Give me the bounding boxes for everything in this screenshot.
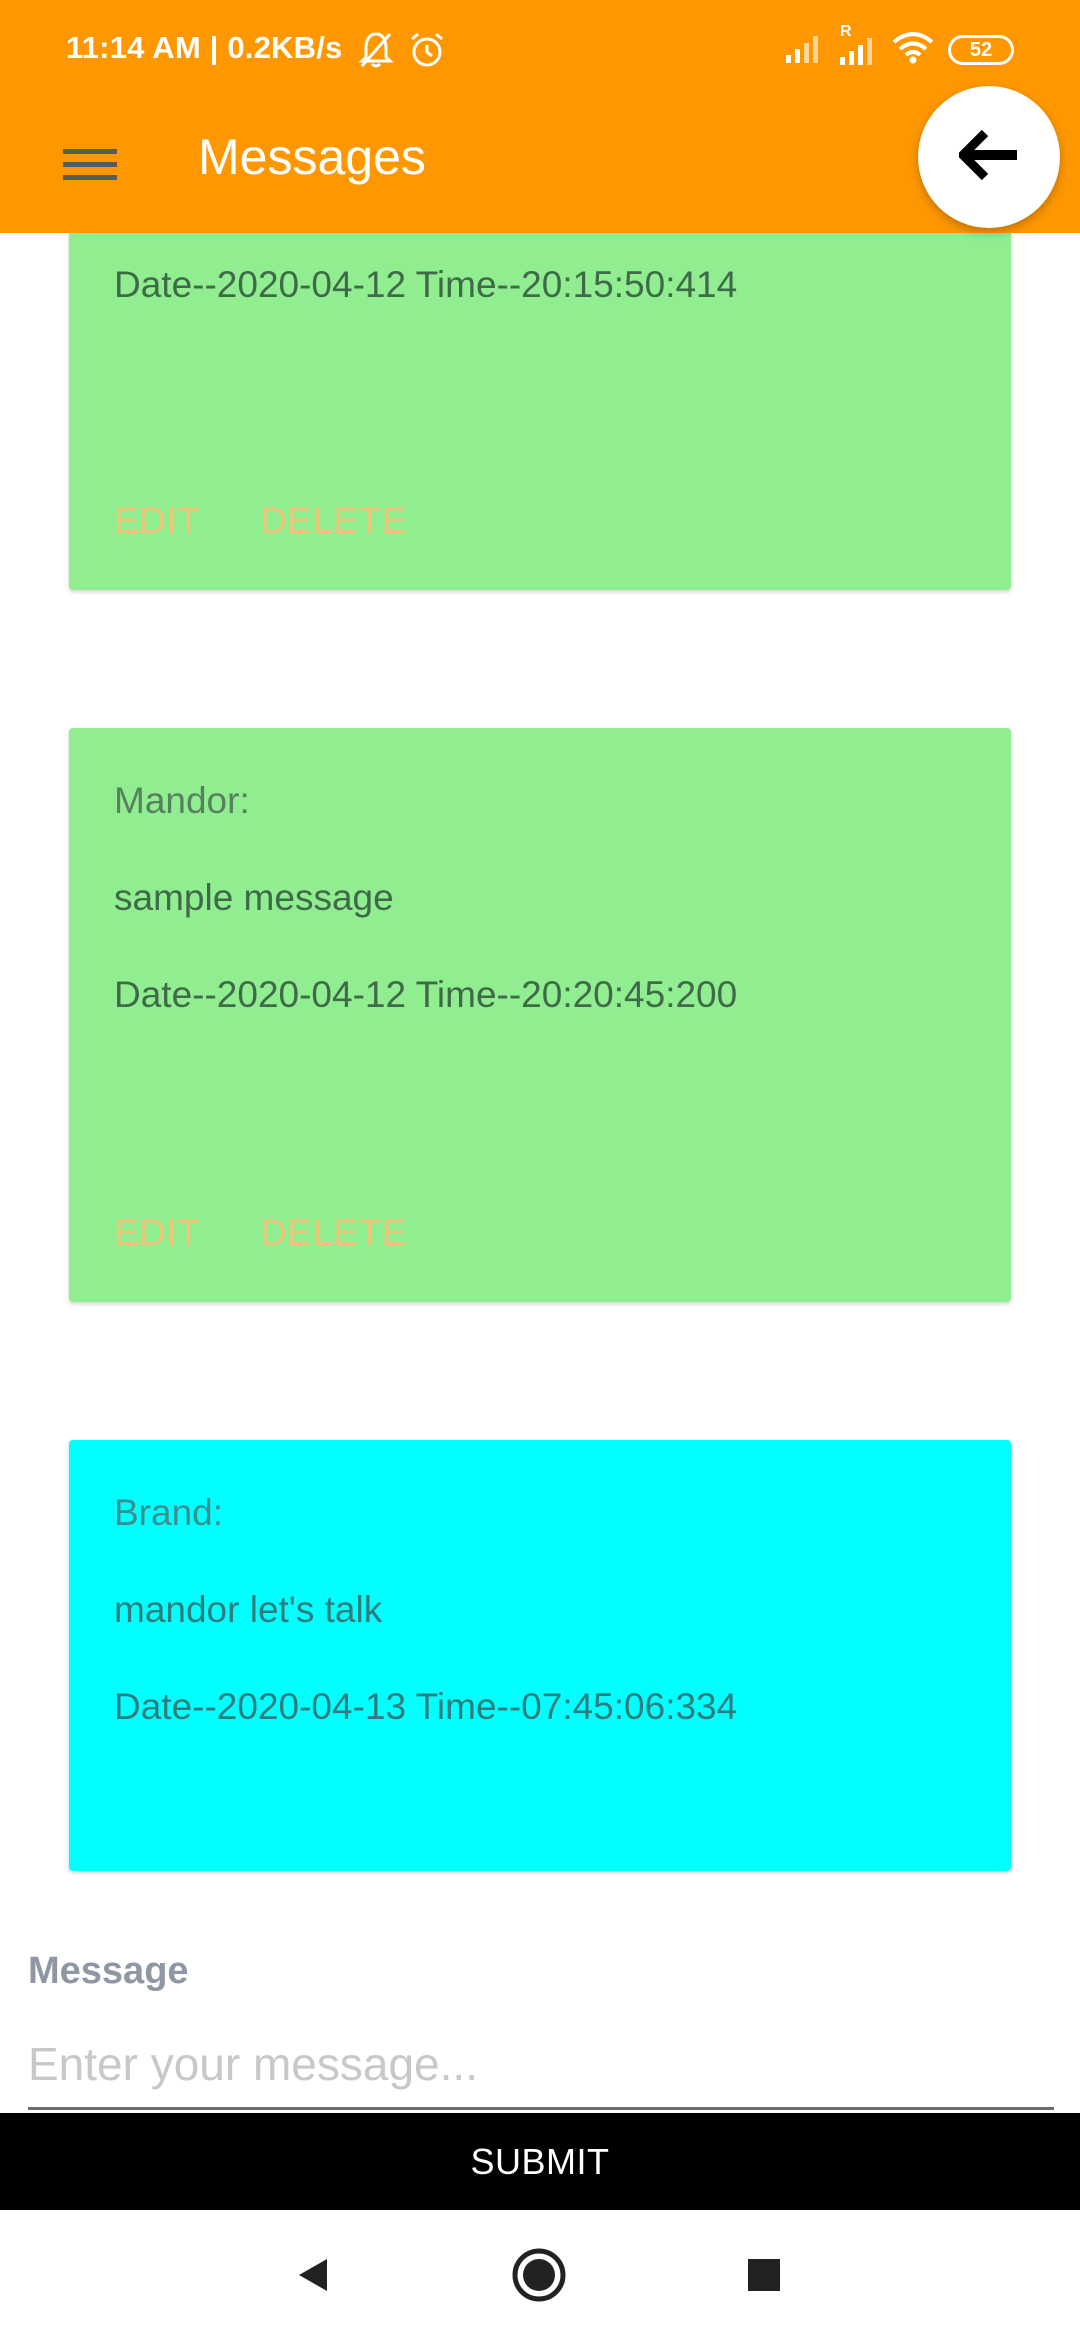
- delete-button[interactable]: DELETE: [260, 1212, 407, 1254]
- message-input[interactable]: [28, 2020, 1054, 2110]
- submit-button[interactable]: SUBMIT: [0, 2113, 1080, 2210]
- wifi-icon: [892, 31, 934, 69]
- delete-button[interactable]: DELETE: [260, 500, 407, 542]
- roaming-mark: R: [840, 22, 852, 40]
- message-datetime: Date--2020-04-12 Time--20:15:50:414: [114, 264, 738, 305]
- top-bar: 11:14 AM | 0.2KB/s R 52 Messages: [0, 0, 1080, 233]
- message-datetime: Date--2020-04-12 Time--20:20:45:200: [114, 974, 738, 1015]
- battery-icon: 52: [948, 35, 1014, 65]
- message-card: Date--2020-04-12 Time--20:15:50:414 EDIT…: [69, 200, 1011, 590]
- edit-button[interactable]: EDIT: [114, 500, 200, 542]
- app-bar: Messages: [0, 86, 1080, 233]
- arrow-back-icon: [956, 129, 1019, 186]
- bell-off-icon: [358, 30, 394, 75]
- message-sender: Mandor:: [114, 780, 250, 821]
- recents-square-icon[interactable]: [734, 2245, 794, 2305]
- navigation-bar: [0, 2210, 1080, 2340]
- status-time: 11:14 AM | 0.2KB/s: [66, 30, 343, 65]
- message-card: Mandor: sample message Date--2020-04-12 …: [69, 728, 1011, 1302]
- status-bar: 11:14 AM | 0.2KB/s R 52: [0, 0, 1080, 100]
- message-body: mandor let's talk: [114, 1589, 383, 1630]
- message-card: Brand: mandor let's talk Date--2020-04-1…: [69, 1440, 1011, 1871]
- signal-roaming-icon: R: [838, 23, 878, 70]
- back-button[interactable]: [918, 86, 1060, 228]
- status-icons: R 52: [784, 23, 1014, 70]
- message-datetime: Date--2020-04-13 Time--07:45:06:334: [114, 1686, 738, 1727]
- message-sender: Brand:: [114, 1492, 224, 1533]
- edit-button[interactable]: EDIT: [114, 1212, 200, 1254]
- signal-icon: [784, 33, 824, 68]
- back-triangle-icon[interactable]: [283, 2245, 343, 2305]
- message-label: Message: [28, 1950, 189, 1992]
- hamburger-menu-icon[interactable]: [50, 132, 130, 198]
- alarm-icon: [408, 30, 446, 75]
- page-title: Messages: [198, 129, 426, 185]
- home-circle-icon[interactable]: [509, 2245, 569, 2305]
- message-body: sample message: [114, 877, 394, 918]
